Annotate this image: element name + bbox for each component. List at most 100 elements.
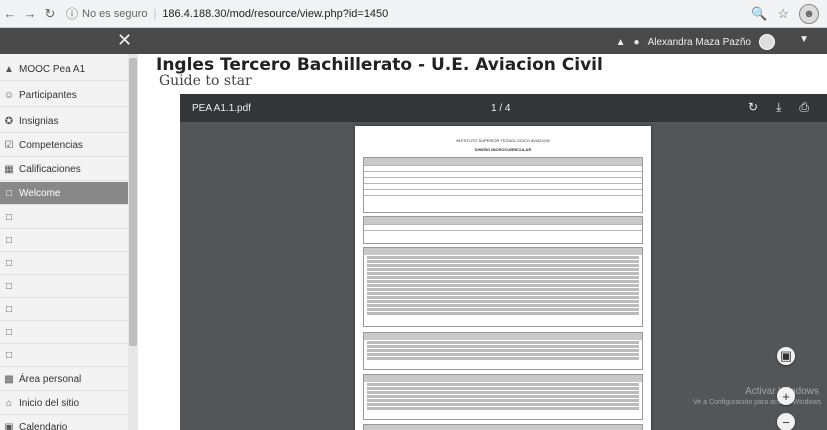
sidebar-item-label: Participantes (19, 89, 77, 101)
sidebar-item-label: Inicio del sitio (19, 397, 80, 409)
folder-icon: □ (5, 280, 13, 292)
sidebar-scrollbar-thumb[interactable] (129, 58, 137, 346)
doc-section-header (364, 158, 642, 165)
doc-text-line (367, 387, 639, 390)
user-menu-caret-icon[interactable]: ▼ (799, 34, 809, 45)
doc-section (363, 424, 643, 430)
sidebar-item-section[interactable]: □ (0, 298, 128, 321)
site-navbar: ✕ ▲ ● Alexandra Maza Pazño ▼ (0, 28, 827, 54)
sidebar-item-calendario[interactable]: ▣ Calendario (0, 416, 128, 430)
doc-section (363, 247, 643, 327)
pdf-file-name: PEA A1.1.pdf (192, 103, 251, 114)
avatar[interactable] (759, 34, 775, 50)
sidebar-item-participantes[interactable]: ☺ Participantes (0, 84, 128, 107)
doc-section (363, 216, 643, 244)
zoom-out-icon[interactable]: − (777, 413, 795, 430)
folder-icon: □ (5, 234, 13, 246)
windows-activation-watermark: Activar Windows (745, 386, 819, 397)
sidebar-item-label: Insignias (19, 115, 59, 127)
doc-text-line (367, 383, 639, 386)
folder-icon: □ (5, 211, 13, 223)
doc-title: DISEÑO MICROCURRICULAR (474, 147, 532, 152)
sidebar-item-competencias[interactable]: ☑ Competencias (0, 134, 128, 157)
doc-text-line (367, 345, 639, 348)
page-root: ← → ↻ ⓘ No es seguro | 186.4.188.30/mod/… (0, 0, 827, 430)
rotate-icon[interactable]: ↻ (748, 100, 758, 115)
doc-text-line (367, 395, 639, 398)
pdf-page: INSTITUTO SUPERIOR TECNOLOGICO AVIACION … (355, 126, 651, 430)
doc-text-line (367, 272, 639, 275)
home-icon: ⌂ (5, 397, 13, 409)
sidebar-item-area-personal[interactable]: ▩ Área personal (0, 368, 128, 391)
browser-profile-icon[interactable]: ☻ (799, 4, 819, 24)
forward-icon[interactable]: → (20, 6, 40, 21)
doc-text-line (367, 288, 639, 291)
doc-text-line (367, 349, 639, 352)
windows-activation-subtext: Ve a Configuración para activar Windows (692, 399, 821, 406)
grades-icon: ▦ (4, 163, 14, 175)
notification-bell-icon[interactable]: ▲ (616, 37, 626, 48)
doc-section (363, 157, 643, 213)
sidebar-item-section[interactable]: □ (0, 344, 128, 367)
sidebar-item-insignias[interactable]: ✪ Insignias (0, 110, 128, 133)
sidebar: ▲ MOOC Pea A1 ☺ Participantes ✪ Insignia… (0, 54, 138, 430)
zoom-icon[interactable]: 🔍 (751, 6, 767, 22)
pdf-viewer[interactable]: PEA A1.1.pdf 1 / 4 ↻ ⤓ ⎙ INSTITUTO SUPER… (180, 94, 827, 430)
bookmark-star-icon[interactable]: ☆ (777, 6, 789, 22)
sidebar-item-label: Calificaciones (19, 163, 81, 175)
sidebar-item-label: Competencias (19, 139, 83, 151)
omnibox-divider: | (153, 7, 157, 20)
sidebar-item-section[interactable]: □ (0, 206, 128, 229)
sidebar-item-calificaciones[interactable]: ▦ Calificaciones (0, 158, 128, 181)
sidebar-item-section[interactable]: □ (0, 275, 128, 298)
sidebar-item-mooc[interactable]: ▲ MOOC Pea A1 (0, 58, 128, 81)
checklist-icon: ☑ (4, 139, 14, 151)
doc-text-line (367, 403, 639, 406)
security-label: No es seguro (82, 7, 148, 20)
doc-text-line (367, 264, 639, 267)
reload-icon[interactable]: ↻ (40, 6, 60, 22)
sidebar-item-section[interactable]: □ (0, 252, 128, 275)
badge-icon: ✪ (4, 115, 14, 127)
main-content: Ingles Tercero Bachillerato - U.E. Aviac… (138, 54, 827, 430)
doc-text-line (367, 341, 639, 344)
doc-text-line (367, 296, 639, 299)
url-text[interactable]: 186.4.188.30/mod/resource/view.php?id=14… (162, 8, 388, 20)
doc-text-line (367, 391, 639, 394)
doc-section-header (364, 217, 642, 224)
fit-page-icon[interactable]: ▣ (777, 347, 795, 365)
doc-text-line (367, 312, 639, 315)
omnibox[interactable]: ⓘ No es seguro | 186.4.188.30/mod/resour… (66, 5, 388, 22)
folder-icon: □ (5, 257, 13, 269)
doc-text-line (367, 399, 639, 402)
doc-section (363, 332, 643, 370)
folder-icon: □ (5, 326, 13, 338)
doc-header: INSTITUTO SUPERIOR TECNOLOGICO AVIACION (456, 138, 550, 143)
doc-text-line (367, 353, 639, 356)
calendar-icon: ▣ (4, 421, 14, 430)
doc-section-header (364, 333, 642, 340)
sidebar-item-inicio[interactable]: ⌂ Inicio del sitio (0, 392, 128, 415)
info-icon: ⓘ (66, 7, 79, 21)
mortarboard-icon: ▲ (4, 63, 14, 75)
back-icon[interactable]: ← (0, 6, 20, 21)
sidebar-item-welcome[interactable]: □ Welcome (0, 182, 128, 205)
print-icon[interactable]: ⎙ (799, 100, 809, 115)
close-drawer-icon[interactable]: ✕ (117, 30, 132, 51)
messages-icon[interactable]: ● (634, 37, 640, 48)
sidebar-item-section[interactable]: □ (0, 229, 128, 252)
sidebar-item-label: Calendario (19, 421, 68, 430)
doc-text-line (367, 292, 639, 295)
user-name[interactable]: Alexandra Maza Pazño (648, 37, 751, 48)
doc-text-line (367, 284, 639, 287)
doc-text-line (367, 280, 639, 283)
doc-text-line (367, 260, 639, 263)
sidebar-item-section[interactable]: □ (0, 321, 128, 344)
sidebar-item-label: Welcome (19, 187, 61, 199)
doc-text-line (367, 300, 639, 303)
doc-text-line (367, 276, 639, 279)
download-icon[interactable]: ⤓ (776, 100, 781, 115)
doc-text-line (367, 308, 639, 311)
security-indicator[interactable]: ⓘ No es seguro (66, 5, 147, 22)
folder-icon: □ (5, 349, 13, 361)
